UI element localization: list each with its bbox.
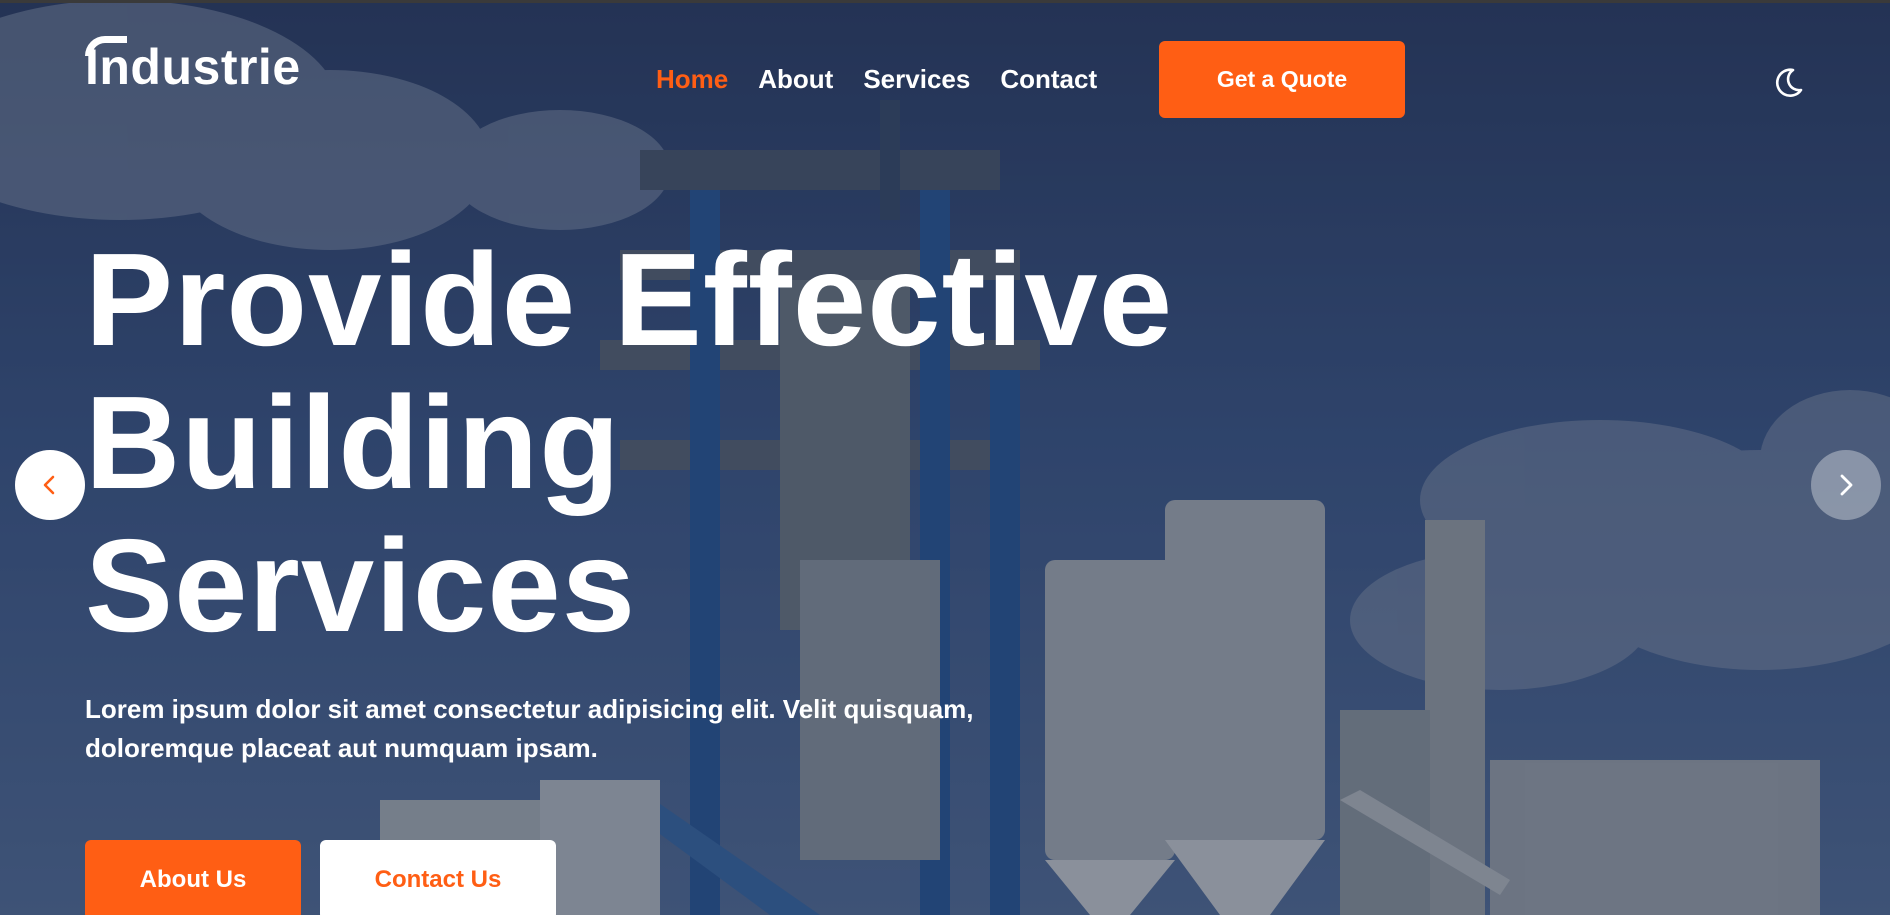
nav-item-services[interactable]: Services <box>863 64 970 95</box>
brand-logo[interactable]: Industrie <box>85 36 301 92</box>
nav-item-home[interactable]: Home <box>656 64 728 95</box>
hero-headline-line-2: Building <box>85 369 621 516</box>
chevron-left-icon <box>43 475 55 495</box>
hero-subtext: Lorem ipsum dolor sit amet consectetur a… <box>85 694 974 763</box>
nav-item-about[interactable]: About <box>758 64 833 95</box>
top-border <box>0 0 1890 3</box>
hero-headline-line-3: Services <box>85 512 637 659</box>
hero-headline-line-1: Provide Effective <box>85 226 1174 373</box>
about-us-button[interactable]: About Us <box>85 840 301 915</box>
nav-item-contact[interactable]: Contact <box>1000 64 1097 95</box>
carousel-next-button[interactable] <box>1811 450 1881 520</box>
hero-section: Industrie Home About Services Contact Ge… <box>0 0 1890 915</box>
contact-us-button[interactable]: Contact Us <box>320 840 556 915</box>
moon-icon[interactable] <box>1771 66 1805 100</box>
hero-headline: Provide Effective Building Services <box>85 228 1285 657</box>
chevron-right-icon <box>1840 474 1853 496</box>
main-nav: Home About Services Contact <box>656 64 1097 95</box>
carousel-prev-button[interactable] <box>15 450 85 520</box>
get-a-quote-button[interactable]: Get a Quote <box>1159 41 1405 118</box>
